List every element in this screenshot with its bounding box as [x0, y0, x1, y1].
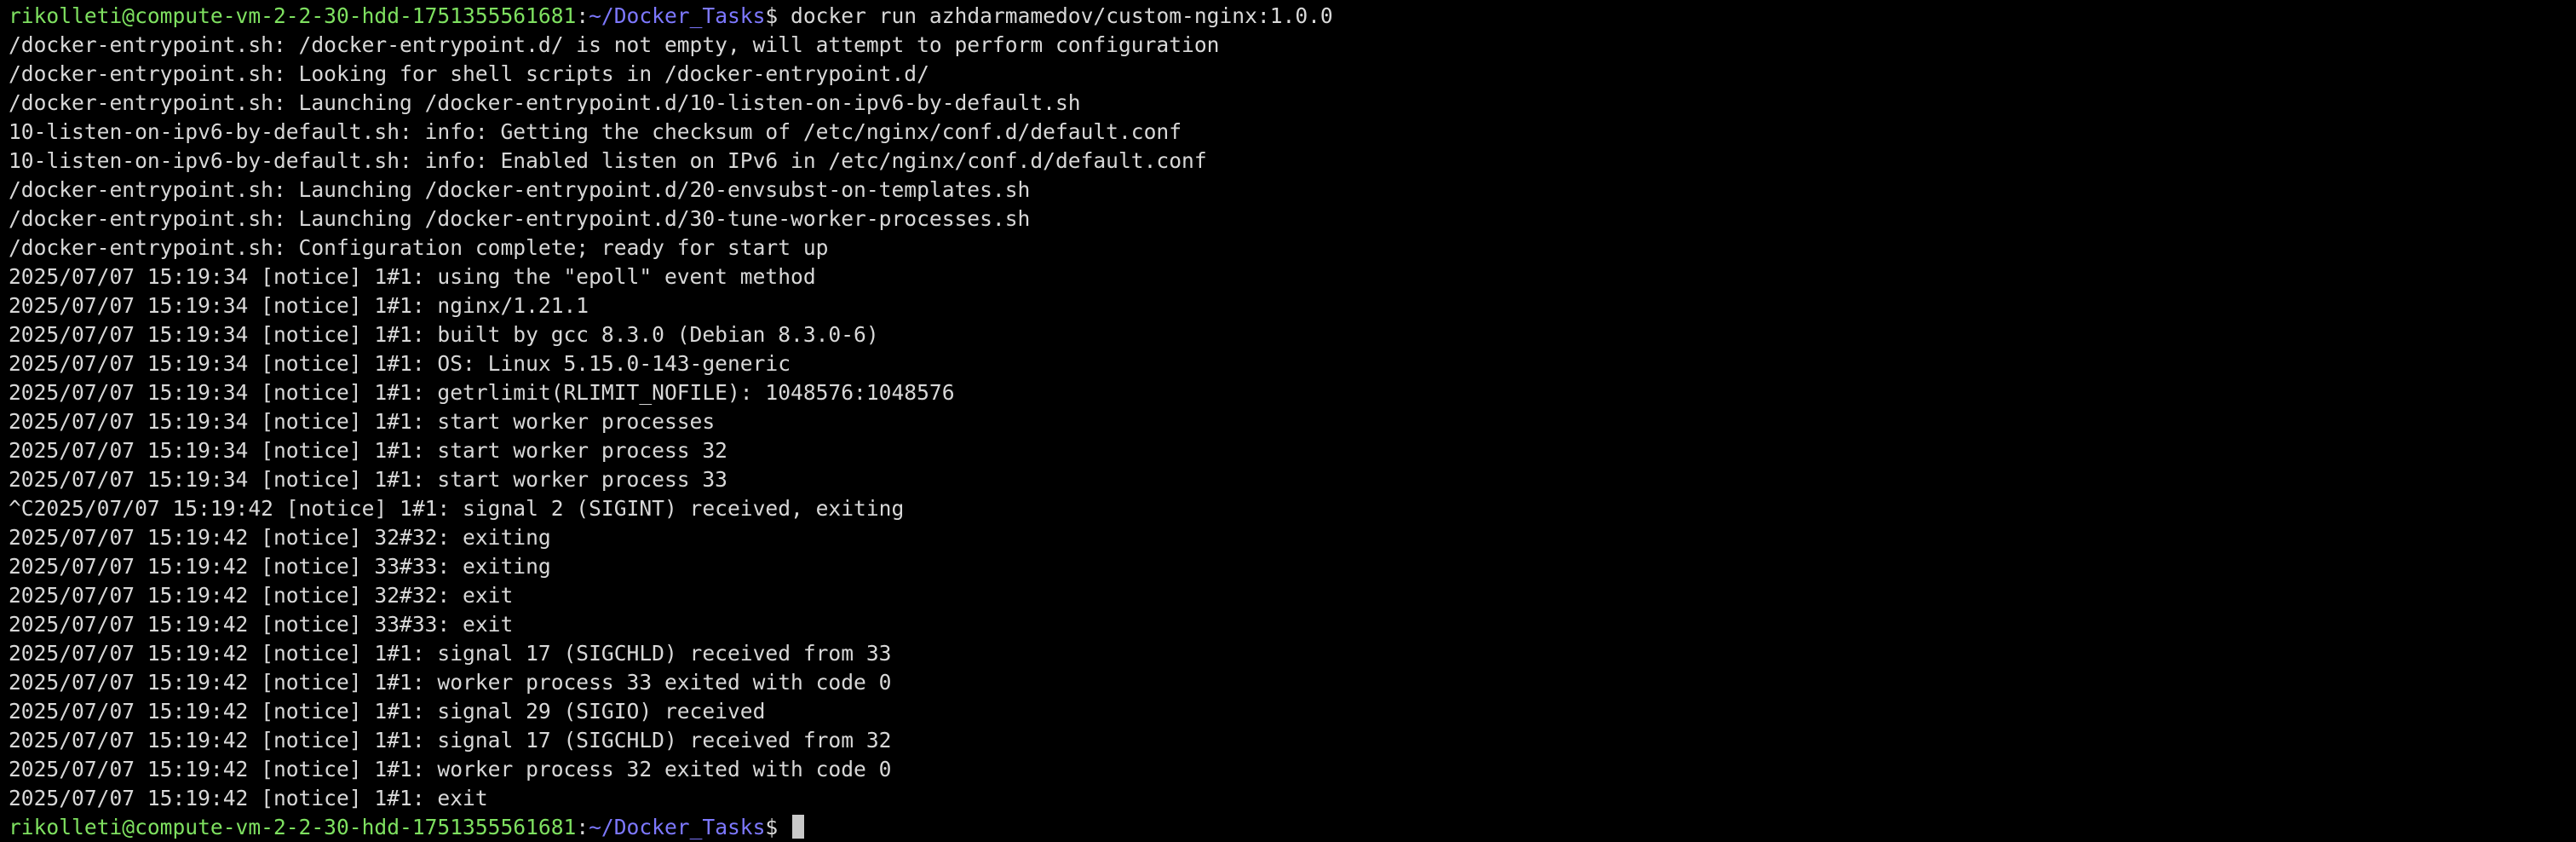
terminal-window[interactable]: rikolleti@compute-vm-2-2-30-hdd-17513555…	[0, 0, 2576, 842]
output-line: 2025/07/07 15:19:42 [notice] 32#32: exit…	[9, 525, 551, 550]
prompt-path: ~/Docker_Tasks	[589, 3, 766, 28]
output-line: 2025/07/07 15:19:42 [notice] 1#1: signal…	[9, 728, 892, 753]
output-line: 2025/07/07 15:19:34 [notice] 1#1: OS: Li…	[9, 351, 791, 376]
prompt-path: ~/Docker_Tasks	[589, 815, 766, 839]
output-line: 2025/07/07 15:19:42 [notice] 1#1: exit	[9, 786, 488, 810]
output-line: 2025/07/07 15:19:42 [notice] 32#32: exit	[9, 583, 514, 608]
output-line: /docker-entrypoint.sh: Launching /docker…	[9, 206, 1031, 231]
output-line: 2025/07/07 15:19:42 [notice] 1#1: worker…	[9, 670, 892, 695]
output-line: 2025/07/07 15:19:34 [notice] 1#1: getrli…	[9, 380, 955, 405]
output-line: 2025/07/07 15:19:42 [notice] 1#1: worker…	[9, 757, 892, 781]
output-line: ^C2025/07/07 15:19:42 [notice] 1#1: sign…	[9, 496, 905, 521]
prompt-symbol: $	[765, 3, 791, 28]
output-line: 10-listen-on-ipv6-by-default.sh: info: E…	[9, 148, 1207, 173]
output-line: 2025/07/07 15:19:34 [notice] 1#1: start …	[9, 409, 716, 434]
command-text: docker run azhdarmamedov/custom-nginx:1.…	[791, 3, 1333, 28]
output-line: 2025/07/07 15:19:42 [notice] 1#1: signal…	[9, 699, 766, 724]
output-line: 2025/07/07 15:19:42 [notice] 33#33: exit	[9, 612, 514, 637]
prompt-symbol: $	[765, 815, 791, 839]
output-line: /docker-entrypoint.sh: Looking for shell…	[9, 61, 929, 86]
output-line: 2025/07/07 15:19:42 [notice] 1#1: signal…	[9, 641, 892, 666]
output-line: 2025/07/07 15:19:34 [notice] 1#1: nginx/…	[9, 293, 589, 318]
prompt-user-host: rikolleti@compute-vm-2-2-30-hdd-17513555…	[9, 3, 577, 28]
output-line: 2025/07/07 15:19:42 [notice] 33#33: exit…	[9, 554, 551, 579]
output-line: 2025/07/07 15:19:34 [notice] 1#1: using …	[9, 264, 816, 289]
output-line: 2025/07/07 15:19:34 [notice] 1#1: built …	[9, 322, 879, 347]
prompt-user-host: rikolleti@compute-vm-2-2-30-hdd-17513555…	[9, 815, 577, 839]
output-line: 2025/07/07 15:19:34 [notice] 1#1: start …	[9, 438, 727, 463]
active-prompt-line[interactable]: rikolleti@compute-vm-2-2-30-hdd-17513555…	[9, 813, 2576, 842]
output-line: /docker-entrypoint.sh: Launching /docker…	[9, 90, 1081, 115]
output-line: 10-listen-on-ipv6-by-default.sh: info: G…	[9, 119, 1182, 144]
command-line: rikolleti@compute-vm-2-2-30-hdd-17513555…	[9, 2, 2576, 31]
prompt-separator: :	[576, 3, 589, 28]
prompt-separator: :	[576, 815, 589, 839]
output-line: /docker-entrypoint.sh: /docker-entrypoin…	[9, 32, 1220, 57]
output-line: 2025/07/07 15:19:34 [notice] 1#1: start …	[9, 467, 727, 492]
text-cursor[interactable]	[792, 815, 805, 839]
output-line: /docker-entrypoint.sh: Configuration com…	[9, 235, 829, 260]
output-line: /docker-entrypoint.sh: Launching /docker…	[9, 177, 1031, 202]
